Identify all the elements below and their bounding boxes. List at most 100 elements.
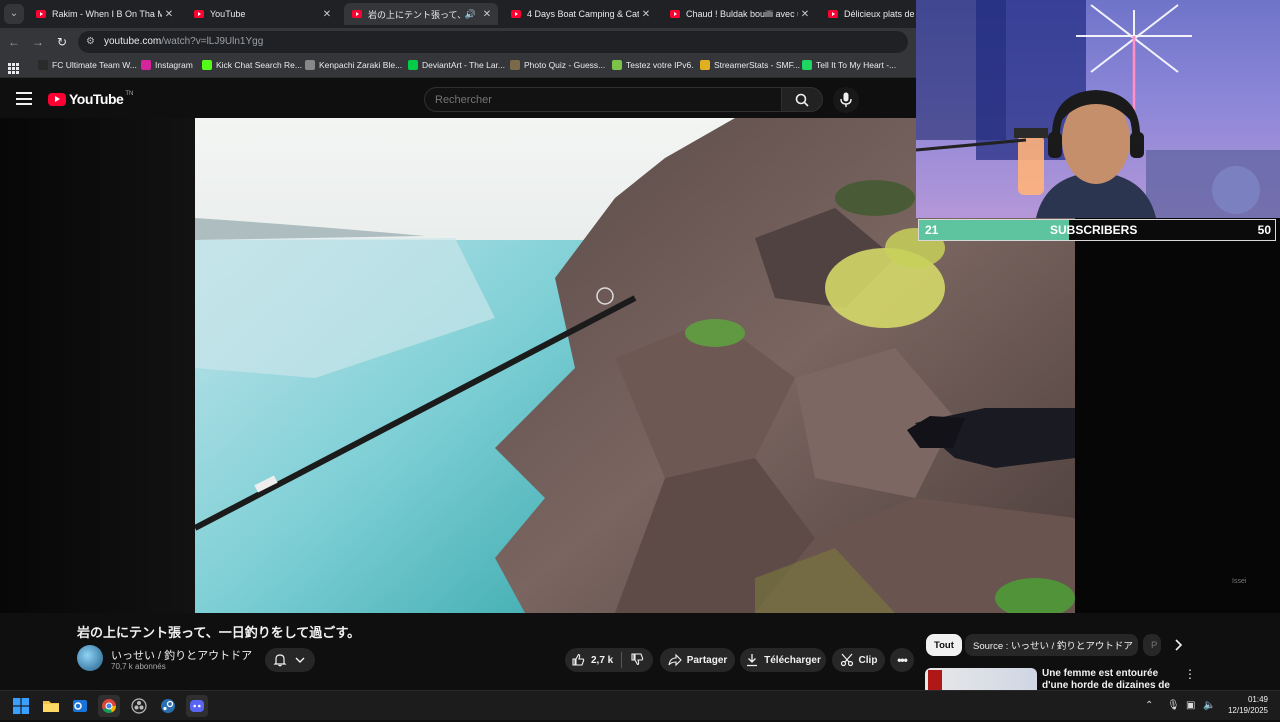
channel-name[interactable]: いっせい / 釣りとアウトドア: [111, 647, 252, 663]
share-button[interactable]: Partager: [660, 648, 735, 672]
like-dislike-group: 2,7 k: [565, 648, 653, 672]
close-icon[interactable]: ✕: [480, 9, 494, 20]
browser-tab[interactable]: 4 Days Boat Camping & Catchin ✕: [503, 3, 657, 25]
share-label: Partager: [686, 654, 728, 666]
close-icon[interactable]: ✕: [798, 9, 812, 20]
youtube-masthead: YouTube TN: [0, 80, 916, 118]
notification-button[interactable]: [265, 648, 315, 672]
address-bar[interactable]: ⚙ youtube.com/watch?v=lLJ9Uln1Ygg: [78, 31, 908, 53]
like-button[interactable]: 2,7 k: [571, 653, 613, 667]
bookmark-item[interactable]: Tell It To My Heart -...: [802, 60, 896, 70]
bookmark-favicon-icon: [38, 60, 48, 70]
player-letterbox-left: [0, 118, 195, 613]
chevron-right-icon[interactable]: [1170, 637, 1186, 653]
windows-start-icon[interactable]: [13, 698, 29, 714]
back-arrow-icon[interactable]: ←: [6, 34, 22, 50]
recommendation-thumbnail[interactable]: [925, 668, 1037, 690]
site-info-icon[interactable]: ⚙: [86, 36, 98, 48]
bookmark-item[interactable]: Kick Chat Search Re...: [202, 60, 302, 70]
youtube-favicon-icon: [670, 10, 680, 18]
clip-label: Clip: [858, 654, 878, 666]
clock-date: 12/19/2025: [1227, 706, 1268, 715]
search-input[interactable]: [425, 88, 781, 111]
tab-label: YouTube: [210, 9, 246, 19]
chrome-icon[interactable]: [98, 695, 120, 717]
chip-source[interactable]: Source : いっせい / 釣りとアウトドア: [965, 634, 1138, 656]
bookmark-favicon-icon: [141, 60, 151, 70]
youtube-logo[interactable]: YouTube TN: [48, 91, 133, 107]
subscriber-goal-fill: [919, 220, 1069, 240]
menu-icon[interactable]: [16, 92, 32, 105]
youtube-favicon-icon: [511, 10, 521, 18]
channel-avatar[interactable]: [77, 645, 103, 671]
close-icon[interactable]: ✕: [639, 9, 653, 20]
url-path: /watch?v=lLJ9Uln1Ygg: [161, 36, 264, 47]
bookmark-item[interactable]: StreamerStats - SMF...: [700, 60, 800, 70]
url-text[interactable]: youtube.com/watch?v=lLJ9Uln1Ygg: [104, 36, 263, 47]
bookmark-favicon-icon: [802, 60, 812, 70]
recommendation-title[interactable]: Une femme est entourée d'une horde de di…: [1042, 668, 1177, 690]
thumbs-down-icon: [631, 652, 644, 665]
browser-tab[interactable]: YouTube ✕: [186, 3, 338, 25]
file-explorer-icon[interactable]: [40, 695, 62, 717]
network-icon[interactable]: ▣: [1186, 700, 1195, 711]
download-label: Télécharger: [764, 654, 821, 666]
speaker-icon[interactable]: 🔈: [1203, 700, 1215, 711]
steam-icon[interactable]: [157, 695, 179, 717]
bookmarks-bar: FC Ultimate Team W... Instagram Kick Chat …: [0, 56, 916, 78]
bookmark-item[interactable]: Instagram: [141, 60, 193, 70]
download-icon: [747, 654, 758, 667]
chevron-down-icon: ⌄: [9, 8, 19, 19]
dislike-button[interactable]: [630, 652, 644, 669]
windows-taskbar: ⌃ 🎙 ▣ 🔈 01:49 12/19/2025: [0, 690, 1280, 720]
microphone-icon[interactable]: 🎙: [1167, 700, 1180, 711]
chevron-up-icon[interactable]: ⌃: [1145, 700, 1153, 711]
more-horizontal-icon: •••: [897, 653, 908, 667]
browser-tab[interactable]: Rakim - When I B On Tha Mic ( ✕: [28, 3, 180, 25]
bookmark-item[interactable]: Photo Quiz - Guess...: [510, 60, 605, 70]
chip-label: Tout: [934, 639, 954, 651]
browser-tab[interactable]: Chaud ! Buldak bouilli avec une ✕: [662, 3, 816, 25]
tab-label: 岩の上にテント張って、一日釣: [368, 9, 465, 20]
reload-icon[interactable]: ↻: [54, 34, 70, 50]
subscriber-goal-bar: 21 SUBSCRIBERS 50: [918, 219, 1276, 241]
tab-search-button[interactable]: ⌄: [4, 4, 24, 24]
youtube-play-icon: [48, 92, 66, 106]
obs-icon[interactable]: [128, 695, 150, 717]
subscriber-goal: 50: [1257, 223, 1271, 237]
clip-button[interactable]: Clip: [832, 648, 885, 672]
bookmark-item[interactable]: Testez votre IPv6.: [612, 60, 694, 70]
bookmark-label: Testez votre IPv6.: [626, 60, 694, 70]
search-button[interactable]: [781, 87, 823, 112]
bookmark-item[interactable]: DeviantArt - The Lar...: [408, 60, 505, 70]
like-count: 2,7 k: [591, 654, 614, 666]
subscriber-current: 21: [925, 223, 939, 237]
bell-icon: [273, 654, 287, 667]
bookmark-item[interactable]: Kenpachi Zaraki Ble...: [305, 60, 402, 70]
browser-tab-active[interactable]: 岩の上にテント張って、一日釣 🔊 ✕: [344, 3, 498, 25]
search-box[interactable]: [424, 87, 782, 112]
speaker-icon[interactable]: 🔊: [465, 9, 476, 20]
bookmark-favicon-icon: [408, 60, 418, 70]
more-vertical-icon[interactable]: ⋮: [1184, 668, 1196, 680]
bookmark-label: Instagram: [155, 60, 193, 70]
more-actions-button[interactable]: •••: [890, 648, 914, 672]
download-button[interactable]: Télécharger: [740, 648, 826, 672]
bookmark-item[interactable]: FC Ultimate Team W...: [38, 60, 137, 70]
close-icon[interactable]: ✕: [162, 9, 176, 20]
microphone-icon: [840, 92, 852, 107]
youtube-favicon-icon: [36, 10, 46, 18]
outlook-icon[interactable]: [69, 695, 91, 717]
apps-grid-icon[interactable]: [8, 61, 19, 74]
close-icon[interactable]: ✕: [320, 9, 334, 20]
chip-all[interactable]: Tout: [926, 634, 962, 656]
bookmark-favicon-icon: [305, 60, 315, 70]
channel-watermark: Issei: [1232, 578, 1247, 585]
voice-search-button[interactable]: [833, 87, 859, 113]
discord-icon[interactable]: [186, 695, 208, 717]
system-clock[interactable]: 01:49 12/19/2025: [1228, 694, 1268, 716]
forward-arrow-icon[interactable]: →: [30, 34, 46, 50]
browser-tab[interactable]: Délicieux plats de fru: [820, 3, 916, 25]
chip-partial[interactable]: P: [1143, 634, 1161, 656]
youtube-favicon-icon: [352, 10, 362, 18]
